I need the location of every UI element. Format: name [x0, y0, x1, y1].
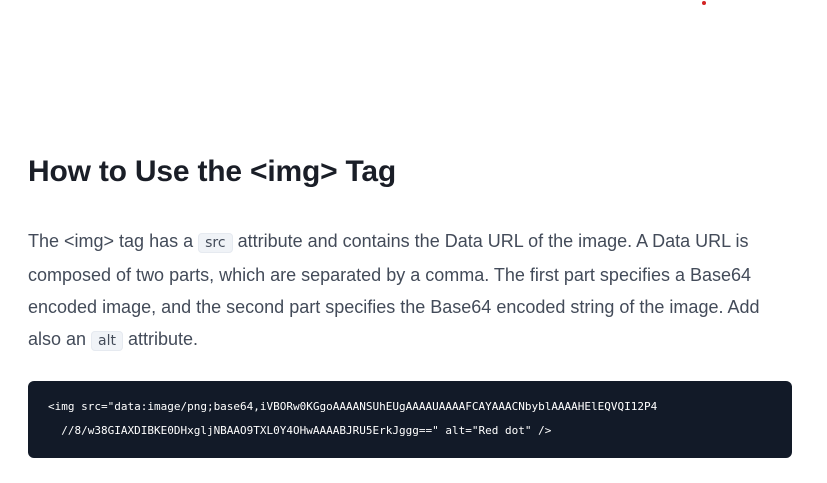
paragraph-text: The <img> tag has a [28, 231, 199, 251]
inline-code-alt: alt [91, 331, 124, 351]
code-line: <img src="data:image/png;base64,iVBORw0K… [48, 400, 658, 413]
red-dot-image [702, 1, 706, 5]
paragraph: The <img> tag has a src attribute and co… [28, 225, 792, 357]
inline-code-src: src [198, 233, 233, 253]
section-heading: How to Use the <img> Tag [28, 155, 397, 188]
paragraph-text: attribute. [123, 329, 199, 349]
code-block[interactable]: <img src="data:image/png;base64,iVBORw0K… [28, 381, 792, 458]
code-line: //8/w38GIAXDIBKE0DHxgljNBAAO9TXL0Y4OHwAA… [48, 424, 552, 437]
